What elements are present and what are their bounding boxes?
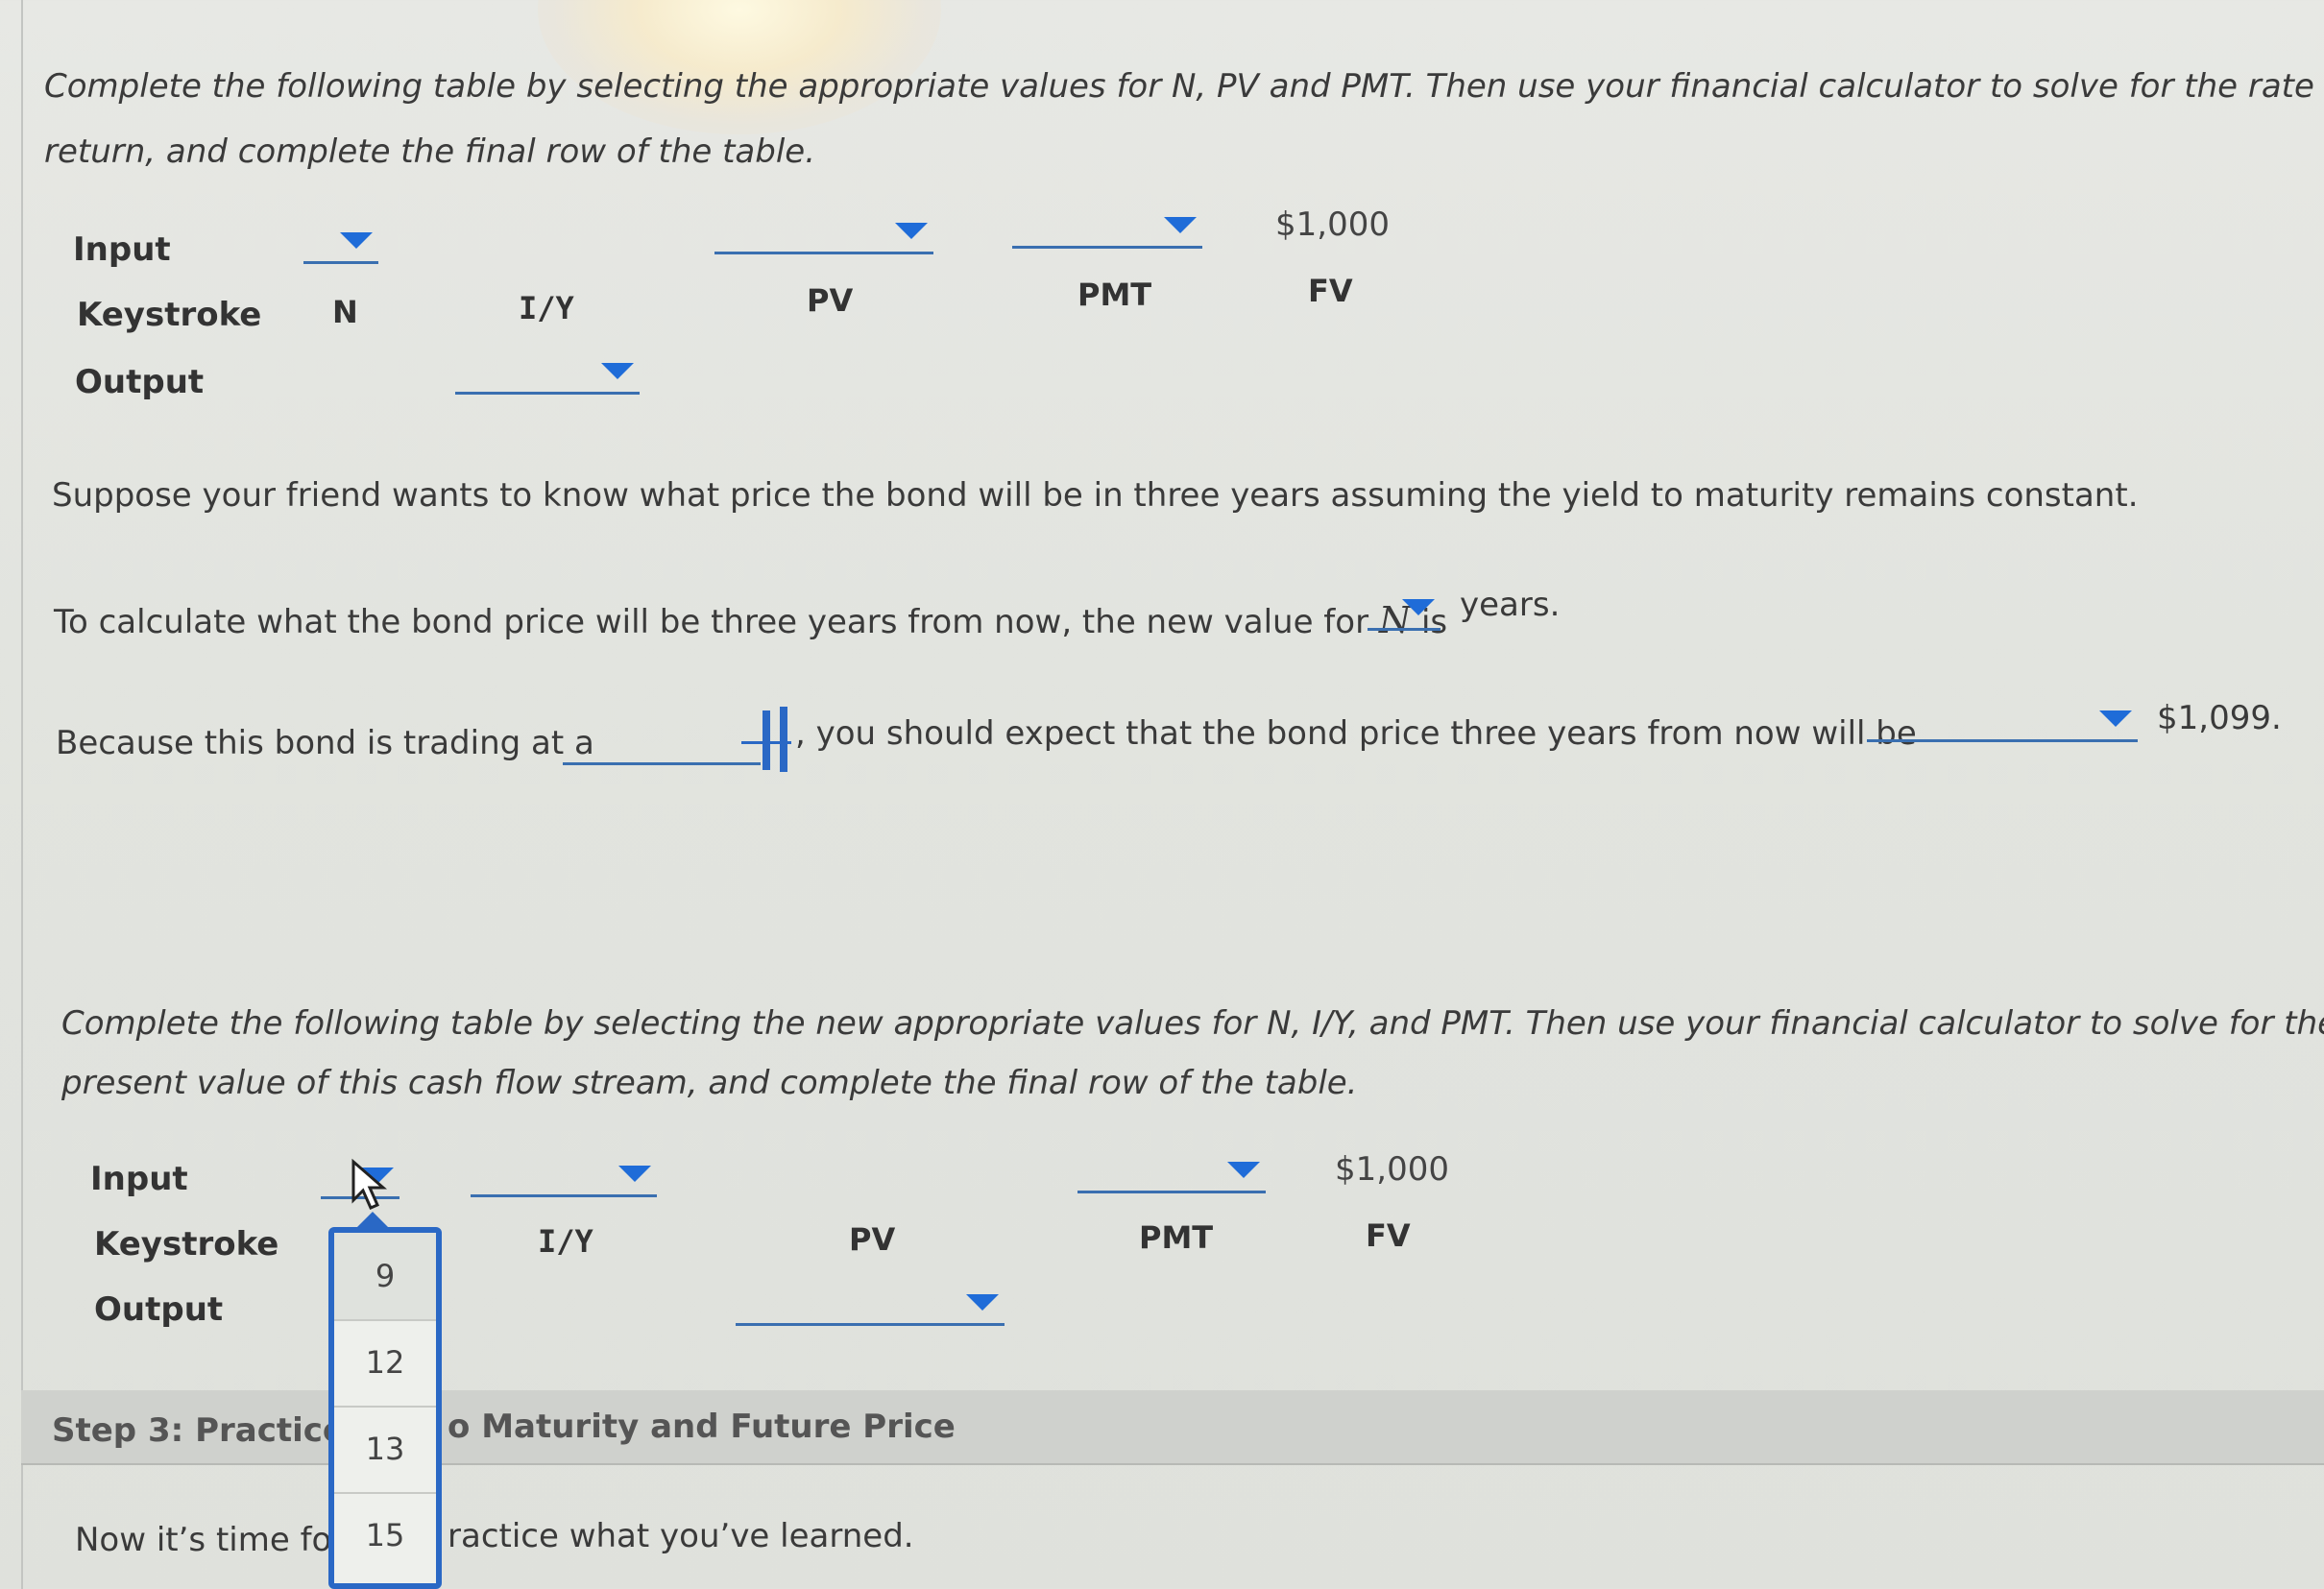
text-cursor-crossbar: [741, 741, 791, 744]
pv-input-dropdown[interactable]: [714, 219, 933, 254]
row2-label-keystroke: Keystroke: [94, 1225, 279, 1264]
row-label-keystroke: Keystroke: [77, 296, 262, 334]
dropdown-option[interactable]: 13: [334, 1406, 436, 1494]
row-label-output: Output: [75, 363, 205, 401]
fv-input-value: $1,000: [1275, 205, 1390, 244]
iy-output-dropdown[interactable]: [455, 359, 640, 395]
iy2-input-dropdown[interactable]: [471, 1162, 657, 1197]
key-pmt: PMT: [1077, 277, 1152, 313]
trading-value: $1,099.: [2157, 699, 2282, 737]
chevron-down-icon: [895, 223, 928, 239]
pv2-output-dropdown[interactable]: [736, 1290, 1005, 1326]
row-label-input: Input: [73, 230, 171, 269]
chevron-down-icon: [1227, 1162, 1260, 1178]
text-cursor-icon-2: [780, 707, 787, 772]
key-pv: PV: [807, 282, 854, 319]
step3-label-right: o Maturity and Future Price: [448, 1408, 956, 1446]
n-input-dropdown[interactable]: [303, 229, 378, 264]
footer-text-left: Now it’s time for: [75, 1521, 346, 1559]
text-cursor-icon: [763, 710, 770, 770]
chevron-down-icon: [1164, 217, 1197, 233]
dropdown-option[interactable]: 15: [334, 1492, 436, 1578]
trading-text-before: Because this bond is trading at a: [56, 724, 594, 762]
key2-pmt: PMT: [1139, 1219, 1214, 1256]
trading-status-dropdown[interactable]: [563, 730, 761, 765]
instruction2-line-1: Complete the following table by selectin…: [61, 1004, 2324, 1043]
chevron-down-icon: [601, 363, 634, 379]
dropdown-option[interactable]: 12: [334, 1319, 436, 1408]
chevron-down-icon: [1402, 599, 1435, 615]
pmt-input-dropdown[interactable]: [1012, 213, 1202, 249]
key-iy: I/Y: [519, 290, 574, 326]
content-left-border: [21, 0, 23, 1589]
instruction-line-1: Complete the following table by selectin…: [44, 67, 2324, 106]
dropdown-option[interactable]: 9: [334, 1233, 436, 1321]
instruction2-line-2: present value of this cash flow stream, …: [61, 1064, 1358, 1102]
key2-fv: FV: [1366, 1217, 1411, 1254]
footer-text-right: ractice what you’ve learned.: [448, 1517, 914, 1555]
key-fv: FV: [1308, 273, 1353, 309]
n2-dropdown-menu[interactable]: 9 12 13 15: [328, 1227, 442, 1589]
new-n-text: To calculate what the bond price will be…: [54, 599, 1448, 641]
mouse-pointer-icon: [351, 1158, 388, 1210]
chevron-down-icon: [618, 1166, 651, 1182]
chevron-down-icon: [340, 232, 373, 249]
fv2-input-value: $1,000: [1335, 1150, 1449, 1189]
instruction-line-2: return, and complete the final row of th…: [44, 132, 816, 171]
pmt2-input-dropdown[interactable]: [1077, 1158, 1266, 1193]
key2-pv: PV: [849, 1221, 896, 1258]
key2-iy: I/Y: [538, 1223, 593, 1260]
chevron-down-icon: [966, 1294, 999, 1311]
row2-label-output: Output: [94, 1290, 224, 1329]
suppose-text: Suppose your friend wants to know what p…: [52, 476, 2139, 515]
step3-label-left: Step 3: Practice:: [52, 1411, 358, 1450]
row2-label-input: Input: [90, 1160, 188, 1198]
key-n: N: [332, 294, 358, 330]
chevron-down-icon: [2099, 710, 2132, 727]
trading-text-middle: , you should expect that the bond price …: [795, 714, 1917, 753]
years-text: years.: [1460, 586, 1561, 624]
future-price-dropdown[interactable]: [1867, 707, 2138, 742]
new-n-dropdown[interactable]: [1368, 595, 1440, 631]
